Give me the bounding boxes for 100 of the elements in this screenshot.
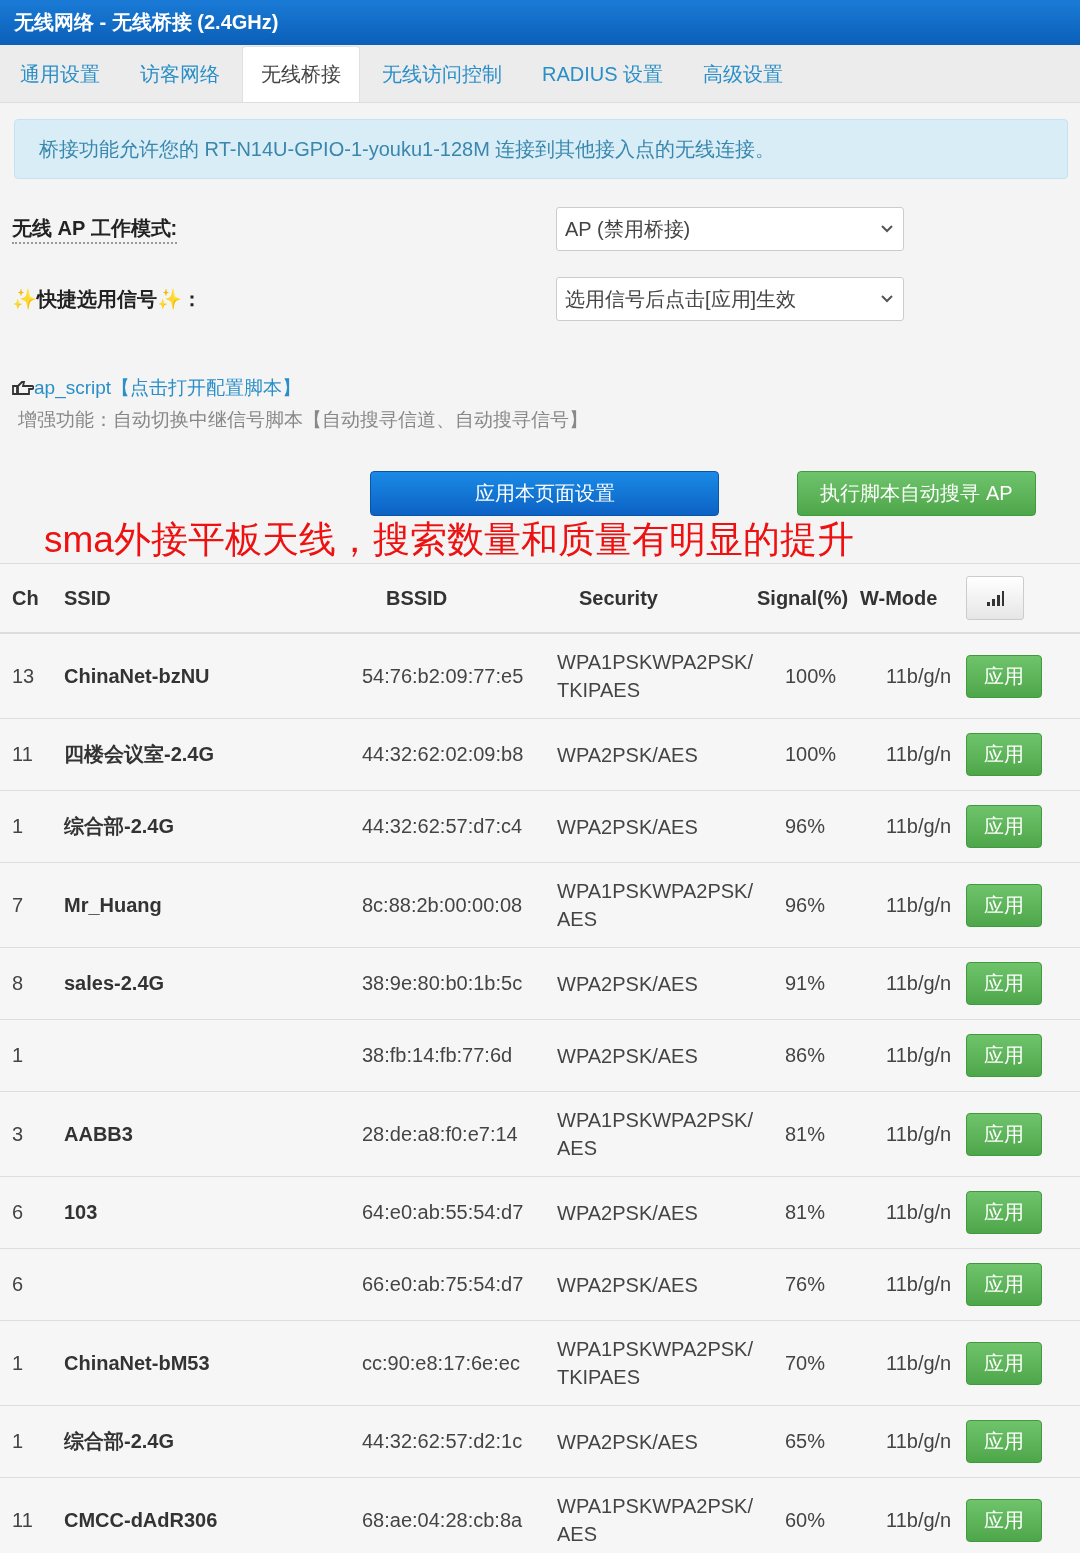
channel-cell: 11 xyxy=(12,1508,33,1531)
mode-cell: 11b/g/n xyxy=(886,972,952,994)
annotation-text: sma外接平板天线，搜索数量和质量有明显的提升 xyxy=(44,521,854,558)
ssid-cell: 103 xyxy=(64,1201,98,1223)
column-header: Ch xyxy=(12,586,39,609)
select-field[interactable]: 选用信号后点击[应用]生效 xyxy=(556,277,904,321)
mode-cell: 11b/g/n xyxy=(886,815,952,837)
security-cell-text: WPA2PSK/AES xyxy=(557,1272,699,1298)
bssid-cell: 44:32:62:02:09:b8 xyxy=(362,743,524,765)
apply-button[interactable]: 应用 xyxy=(966,1263,1042,1306)
ssid-cell: AABB3 xyxy=(64,1122,133,1145)
action-button[interactable]: 执行脚本自动搜寻 AP xyxy=(797,471,1036,516)
channel-cell: 13 xyxy=(12,664,35,687)
signal-cell: 60% xyxy=(785,1508,826,1531)
info-banner: 桥接功能允许您的 RT-N14U-GPIO-1-youku1-128M 连接到其他接入点的无线连接。 xyxy=(14,119,1068,179)
column-header: Signal(%) xyxy=(757,586,849,609)
tab[interactable]: RADIUS 设置 xyxy=(524,46,682,102)
bssid-cell: 38:fb:14:fb:77:6d xyxy=(362,1044,513,1066)
chevron-down-icon xyxy=(881,225,893,233)
mode-cell: 11b/g/n xyxy=(886,664,952,687)
signal-cell: 91% xyxy=(785,972,826,994)
signal-sort-button[interactable] xyxy=(966,576,1024,620)
channel-cell: 1 xyxy=(12,815,24,837)
security-cell-text: WPA2PSK/AES xyxy=(557,1200,699,1226)
column-header: Security xyxy=(579,586,658,609)
signal-cell: 96% xyxy=(785,893,826,916)
security-cell-text: WPA2PSK/AES xyxy=(557,1429,699,1455)
channel-cell: 1 xyxy=(12,1351,24,1374)
apply-button[interactable]: 应用 xyxy=(966,1034,1042,1077)
field-label: 无线 AP 工作模式: xyxy=(12,214,178,244)
security-cell-text: WPA1PSKWPA2PSK/ TKIPAES xyxy=(557,1337,754,1390)
signal-cell: 100% xyxy=(785,664,837,687)
tab[interactable]: 访客网络 xyxy=(122,46,238,102)
channel-cell: 11 xyxy=(12,743,33,765)
channel-cell: 1 xyxy=(12,1044,24,1066)
action-button[interactable]: 应用本页面设置 xyxy=(370,471,719,516)
apply-button[interactable]: 应用 xyxy=(966,654,1042,698)
signal-cell: 100% xyxy=(785,743,837,765)
channel-cell: 8 xyxy=(12,972,24,994)
channel-cell: 1 xyxy=(12,1430,24,1452)
tab[interactable]: 通用设置 xyxy=(2,46,118,102)
bssid-cell: 44:32:62:57:d7:c4 xyxy=(362,815,523,837)
apply-button[interactable]: 应用 xyxy=(966,1498,1042,1542)
ssid-cell: ChinaNet-bM53 xyxy=(64,1351,210,1374)
apply-button[interactable]: 应用 xyxy=(966,962,1042,1005)
security-cell-text: WPA1PSKWPA2PSK/ TKIPAES xyxy=(557,650,754,703)
mode-cell: 11b/g/n xyxy=(886,1273,952,1295)
apply-button[interactable]: 应用 xyxy=(966,733,1042,776)
apply-button[interactable]: 应用 xyxy=(966,883,1042,927)
ssid-cell: ChinaNet-bzNU xyxy=(64,664,210,687)
security-cell-text: WPA2PSK/AES xyxy=(557,814,699,840)
pointing-hand-icon xyxy=(12,381,34,395)
mode-cell: 11b/g/n xyxy=(886,1122,952,1145)
signal-cell: 81% xyxy=(785,1122,826,1145)
apply-button[interactable]: 应用 xyxy=(966,1191,1042,1234)
chevron-down-icon xyxy=(881,295,893,303)
signal-cell: 76% xyxy=(785,1273,826,1295)
bssid-cell: cc:90:e8:17:6e:ec xyxy=(362,1351,520,1374)
channel-cell: 3 xyxy=(12,1122,24,1145)
mode-cell: 11b/g/n xyxy=(886,1430,952,1452)
signal-cell: 65% xyxy=(785,1430,826,1452)
field-label: ✨快捷选用信号✨： xyxy=(12,286,202,312)
apply-button[interactable]: 应用 xyxy=(966,1112,1042,1156)
signal-bars-icon xyxy=(986,590,1004,606)
channel-cell: 6 xyxy=(12,1201,24,1223)
channel-cell: 6 xyxy=(12,1273,24,1295)
mode-cell: 11b/g/n xyxy=(886,1044,952,1066)
ssid-cell: 综合部-2.4G xyxy=(64,1430,175,1452)
security-cell-text: WPA2PSK/AES xyxy=(557,742,699,768)
security-cell-text: WPA2PSK/AES xyxy=(557,1043,699,1069)
apply-button[interactable]: 应用 xyxy=(966,805,1042,848)
select-field[interactable]: AP (禁用桥接) xyxy=(556,207,904,251)
column-header: BSSID xyxy=(386,586,448,609)
bssid-cell: 28:de:a8:f0:e7:14 xyxy=(362,1122,518,1145)
signal-cell: 86% xyxy=(785,1044,826,1066)
mode-cell: 11b/g/n xyxy=(886,893,952,916)
bssid-cell: 66:e0:ab:75:54:d7 xyxy=(362,1273,524,1295)
channel-cell: 7 xyxy=(12,893,24,916)
tab[interactable]: 无线桥接 xyxy=(242,46,360,102)
signal-cell: 70% xyxy=(785,1351,826,1374)
tab[interactable]: 无线访问控制 xyxy=(364,46,520,102)
mode-cell: 11b/g/n xyxy=(886,1351,952,1374)
signal-cell: 96% xyxy=(785,815,826,837)
script-link[interactable]: ap_script【点击打开配置脚本】 xyxy=(34,375,302,401)
tab[interactable]: 高级设置 xyxy=(685,46,802,102)
ssid-cell: Mr_Huang xyxy=(64,893,162,916)
bssid-cell: 44:32:62:57:d2:1c xyxy=(362,1430,523,1452)
apply-button[interactable]: 应用 xyxy=(966,1420,1042,1463)
mode-cell: 11b/g/n xyxy=(886,1508,952,1531)
security-cell-text: WPA1PSKWPA2PSK/ AES xyxy=(557,1108,754,1161)
security-cell-text: WPA2PSK/AES xyxy=(557,971,699,997)
security-cell-text: WPA1PSKWPA2PSK/ AES xyxy=(557,879,754,932)
window-title: 无线网络 - 无线桥接 (2.4GHz) xyxy=(14,10,279,35)
column-header: SSID xyxy=(64,586,111,609)
bssid-cell: 38:9e:80:b0:1b:5c xyxy=(362,972,523,994)
bssid-cell: 64:e0:ab:55:54:d7 xyxy=(362,1201,524,1223)
bssid-cell: 8c:88:2b:00:00:08 xyxy=(362,893,523,916)
apply-button[interactable]: 应用 xyxy=(966,1341,1042,1385)
script-description: 增强功能：自动切换中继信号脚本【自动搜寻信道、自动搜寻信号】 xyxy=(18,408,589,432)
mode-cell: 11b/g/n xyxy=(886,1201,952,1223)
